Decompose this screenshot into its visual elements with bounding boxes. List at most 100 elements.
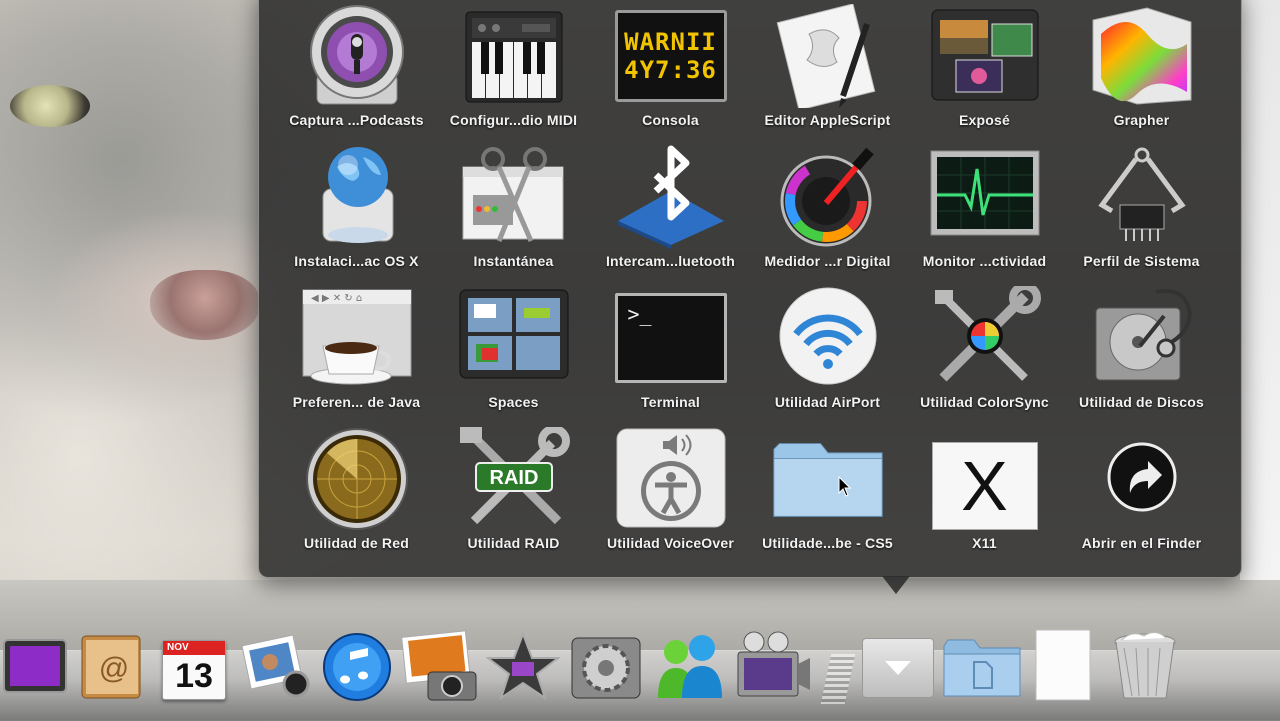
app-label: Exposé [959, 112, 1010, 128]
app-label: Intercam...luetooth [605, 253, 736, 269]
blank-document-icon [1035, 629, 1091, 701]
dock-item-purple-app[interactable] [0, 628, 74, 702]
grapher-icon [1086, 4, 1198, 108]
messenger-people-icon [658, 635, 722, 698]
app-colorsync-utility[interactable]: Utilidad ColorSync [906, 282, 1063, 423]
wallpaper-leopard-eye [10, 85, 90, 127]
app-spaces[interactable]: Spaces [435, 282, 592, 423]
open-in-finder[interactable]: Abrir en el Finder [1063, 423, 1220, 564]
x11-icon: X [929, 427, 1041, 531]
dock-item-image-capture[interactable] [401, 628, 477, 702]
java-cup-icon: ◀ ▶ ✕ ↻ ⌂ [301, 286, 413, 390]
raid-tools-icon: RAID [458, 427, 570, 531]
app-label: Instalaci...ac OS X [294, 253, 419, 269]
airport-wifi-icon [772, 286, 884, 390]
wallpaper-leopard-nose [150, 270, 260, 340]
open-in-finder-arrow-icon [1086, 427, 1198, 531]
dock-item-imovie[interactable] [485, 628, 561, 702]
app-label: X11 [972, 535, 997, 551]
app-raid-utility[interactable]: RAID Utilidad RAID [435, 423, 592, 564]
dock-item-system-preferences[interactable] [568, 628, 642, 702]
scissors-icon [458, 145, 570, 249]
app-podcast-capture[interactable]: Captura ...Podcasts [278, 0, 435, 141]
app-bluetooth-file-exchange[interactable]: Intercam...luetooth [592, 141, 749, 282]
midi-keyboard-icon [458, 4, 570, 108]
bluetooth-icon [615, 145, 727, 249]
disk-utility-icon [1086, 286, 1198, 390]
expose-icon [929, 4, 1041, 108]
app-label: Captura ...Podcasts [289, 112, 424, 128]
app-mac-os-x-installer[interactable]: Instalaci...ac OS X [278, 141, 435, 282]
dock: @ NOV 13 [0, 624, 1280, 704]
app-system-profiler[interactable]: Perfil de Sistema [1063, 141, 1220, 282]
app-label: Instantánea [473, 253, 554, 269]
app-label: Medidor ...r Digital [764, 253, 891, 269]
app-x11[interactable]: X X11 [906, 423, 1063, 564]
dock-item-itunes[interactable] [320, 628, 394, 702]
app-digital-color-meter[interactable]: Medidor ...r Digital [749, 141, 906, 282]
folder-adobe-utilities-cs5[interactable]: Utilidade...be - CS5 [749, 423, 906, 564]
app-label: Perfil de Sistema [1083, 253, 1200, 269]
app-grab[interactable]: Instantánea [435, 141, 592, 282]
console-display-line2: 4Y7:36 [624, 56, 717, 84]
console-display-line1: WARNII [624, 28, 717, 56]
app-label: Utilidad de Discos [1079, 394, 1204, 410]
app-label: Grapher [1113, 112, 1170, 128]
dock-item-messenger[interactable] [652, 628, 726, 702]
app-activity-monitor[interactable]: Monitor ...ctividad [906, 141, 1063, 282]
app-label: Consola [642, 112, 699, 128]
window-edge-right [1240, 0, 1280, 590]
app-terminal[interactable]: >_ Terminal [592, 282, 749, 423]
dock-item-trash[interactable] [1108, 628, 1182, 702]
app-label: Utilidad AirPort [774, 394, 881, 410]
stack-down-arrow-icon [862, 638, 934, 698]
utilities-grid: Captura ...Podcasts Configur...dio MIDI … [278, 0, 1220, 570]
app-voiceover-utility[interactable]: Utilidad VoiceOver [592, 423, 749, 564]
app-audio-midi-setup[interactable]: Configur...dio MIDI [435, 0, 592, 141]
documents-folder-icon [943, 639, 1021, 697]
dock-item-iphoto[interactable] [238, 628, 312, 702]
dock-item-address-book[interactable]: @ [76, 628, 150, 702]
color-meter-icon [772, 145, 884, 249]
x11-glyph: X [961, 447, 1008, 525]
network-radar-icon [301, 427, 413, 531]
dock-item-video-app[interactable] [734, 628, 810, 702]
app-label: Utilidad VoiceOver [606, 535, 735, 551]
colorsync-icon [929, 286, 1041, 390]
app-label: Preferen... de Java [292, 394, 421, 410]
calendar-day: 13 [175, 657, 213, 695]
app-label: Configur...dio MIDI [449, 112, 578, 128]
app-label: Spaces [488, 394, 539, 410]
address-book-icon: @ [81, 635, 141, 699]
console-icon: WARNII 4Y7:36 [614, 4, 727, 108]
svg-text:◀ ▶ ✕ ↻ ⌂: ◀ ▶ ✕ ↻ ⌂ [311, 293, 362, 304]
calendar-icon: NOV 13 [162, 640, 226, 700]
camera-photo-icon [401, 630, 477, 701]
dock-item-documents[interactable] [942, 628, 1021, 702]
system-profiler-icon [1086, 145, 1198, 249]
itunes-icon [323, 633, 391, 701]
app-disk-utility[interactable]: Utilidad de Discos [1063, 282, 1220, 423]
app-java-preferences[interactable]: ◀ ▶ ✕ ↻ ⌂ Preferen... de Java [278, 282, 435, 423]
app-console[interactable]: WARNII 4Y7:36 Consola [592, 0, 749, 141]
gear-icon [571, 637, 641, 699]
dock-item-utilities-stack[interactable] [860, 628, 934, 702]
stack-popup-pointer [882, 576, 910, 594]
dock-item-ical[interactable]: NOV 13 [156, 628, 230, 702]
app-grapher[interactable]: Grapher [1063, 0, 1220, 141]
app-airport-utility[interactable]: Utilidad AirPort [749, 282, 906, 423]
app-applescript-editor[interactable]: Editor AppleScript [749, 0, 906, 141]
activity-monitor-icon [929, 145, 1041, 249]
trash-icon [1114, 632, 1176, 699]
app-expose[interactable]: Exposé [906, 0, 1063, 141]
podcast-capture-icon [301, 4, 413, 108]
app-label: Utilidade...be - CS5 [762, 535, 893, 551]
app-network-utility[interactable]: Utilidad de Red [278, 423, 435, 564]
terminal-icon: >_ [614, 286, 727, 390]
app-label: Editor AppleScript [764, 112, 891, 128]
folder-icon [772, 427, 884, 531]
purple-square-icon [3, 639, 67, 693]
app-label: Utilidad RAID [467, 535, 560, 551]
terminal-prompt: >_ [627, 302, 652, 326]
dock-item-blank-file[interactable] [1026, 628, 1100, 702]
